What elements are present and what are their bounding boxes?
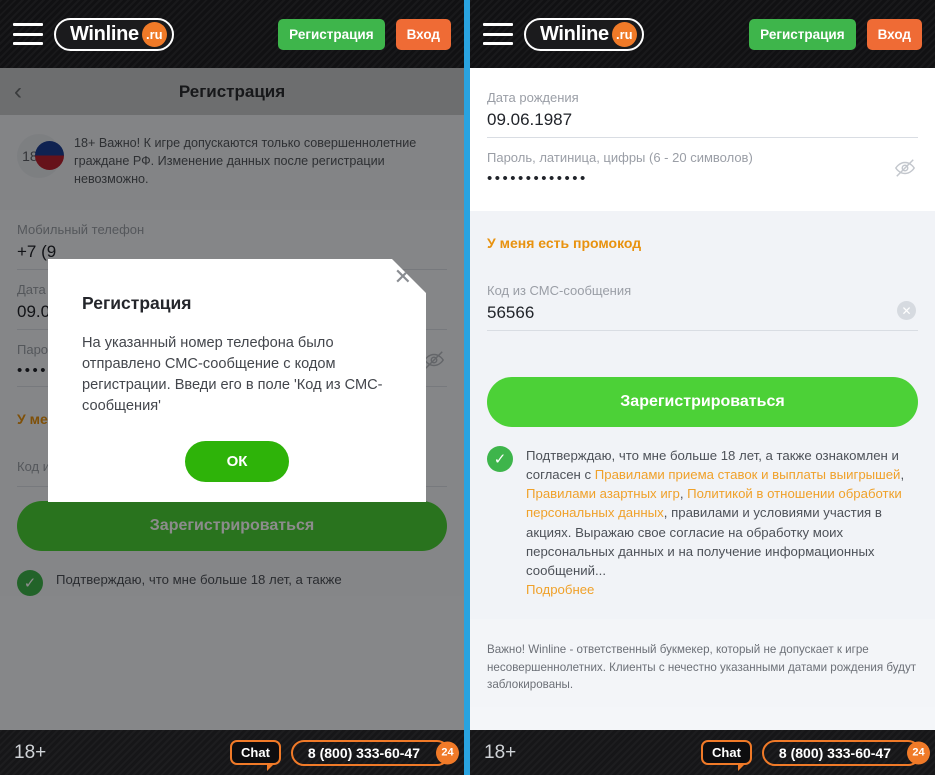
submit-registration-button[interactable]: Зарегистрироваться: [487, 377, 918, 427]
agreement-text: Подтверждаю, что мне больше 18 лет, а та…: [56, 571, 342, 587]
hamburger-icon[interactable]: [483, 23, 513, 45]
password-field[interactable]: Пароль, латиница, цифры (6 - 20 символов…: [487, 138, 918, 194]
right-form-top: Дата рождения 09.06.1987 Пароль, латиниц…: [470, 68, 935, 211]
logo-text: Winline: [540, 22, 609, 45]
rules-betting-link[interactable]: Правилами приема ставок и выплаты выигры…: [595, 467, 901, 482]
birthdate-field[interactable]: Дата рождения 09.06.1987: [487, 78, 918, 138]
register-button[interactable]: Регистрация: [749, 18, 856, 50]
modal-body: На указанный номер телефона было отправл…: [82, 335, 383, 415]
login-button[interactable]: Вход: [395, 18, 451, 50]
right-top-bar: Winline .ru Регистрация Вход: [470, 0, 935, 68]
age-notice-text: 18+ Важно! К игре допускаются только сов…: [74, 136, 417, 186]
submit-registration-button[interactable]: Зарегистрироваться: [17, 500, 447, 551]
page-subheader: ‹ Регистрация: [0, 68, 464, 115]
agreement-text: Подтверждаю, что мне больше 18 лет, а та…: [526, 446, 918, 599]
left-top-bar: Winline .ru Регистрация Вход: [0, 0, 464, 68]
eye-off-icon[interactable]: [423, 349, 445, 376]
screenshot-root: Winline .ru Регистрация Вход ‹ Регистрац…: [0, 0, 935, 775]
fineprint-text: Важно! Winline - ответственный букмекер,…: [470, 619, 935, 708]
winline-logo[interactable]: Winline .ru: [524, 17, 644, 51]
hamburger-icon[interactable]: [13, 23, 43, 45]
rules-gambling-link[interactable]: Правилами азартных игр: [526, 486, 680, 501]
chevron-left-icon[interactable]: ‹: [14, 79, 22, 104]
winline-logo[interactable]: Winline .ru: [54, 17, 174, 51]
sms-code-value: 56566: [487, 303, 535, 322]
support-hours-badge: 24: [436, 741, 459, 764]
age-notice: 18+ 18+ Важно! К игре допускаются только…: [0, 115, 464, 210]
phone-label: Мобильный телефон: [17, 221, 145, 237]
right-form-bottom: Важно! Winline - ответственный букмекер,…: [470, 619, 935, 708]
chat-button[interactable]: Chat: [230, 740, 281, 771]
left-panel: Winline .ru Регистрация Вход ‹ Регистрац…: [0, 0, 464, 775]
more-details-link[interactable]: Подробнее: [526, 582, 594, 597]
logo-ru-badge: .ru: [141, 21, 167, 47]
modal-ok-button[interactable]: ОК: [185, 441, 290, 482]
right-form-mid: У меня есть промокод Код из СМС-сообщени…: [470, 211, 935, 620]
login-button[interactable]: Вход: [866, 18, 922, 50]
logo-ru-badge: .ru: [611, 21, 637, 47]
sms-code-label: Код из СМС-сообщения: [487, 283, 632, 298]
right-panel: Winline .ru Регистрация Вход Дата рожден…: [470, 0, 935, 775]
phone-value: +7 (9: [17, 241, 57, 261]
support-phone[interactable]: 8 (800) 333-60-47 24: [761, 739, 930, 766]
support-hours-badge: 24: [907, 741, 930, 764]
agreement-sep-1: ,: [900, 467, 905, 483]
promo-link[interactable]: У меня есть промокод: [487, 211, 918, 271]
registration-modal: ✕ Регистрация На указанный номер телефон…: [48, 259, 426, 502]
right-footer: 18+ Chat 8 (800) 333-60-47 24: [470, 730, 935, 775]
age-badge-icon: 18+: [17, 134, 64, 178]
russia-flag-icon: [35, 141, 64, 170]
support-phone-number: 8 (800) 333-60-47: [307, 744, 420, 761]
sms-code-field[interactable]: Код из СМС-сообщения 56566 ✕: [487, 271, 918, 331]
birthdate-value: 09.06.1987: [487, 110, 573, 129]
modal-title: Регистрация: [82, 293, 192, 313]
check-circle-icon[interactable]: ✓: [17, 569, 43, 596]
password-value: •••••••••••••: [487, 170, 588, 187]
check-circle-icon[interactable]: ✓: [487, 446, 513, 472]
logo-text: Winline: [70, 22, 139, 45]
chat-button[interactable]: Chat: [701, 740, 752, 771]
password-label: Пароль, латиница, цифры (6 - 20 символов…: [487, 150, 753, 165]
footer-age-label: 18+: [484, 741, 517, 763]
clear-circle-icon[interactable]: ✕: [897, 301, 916, 320]
support-phone[interactable]: 8 (800) 333-60-47 24: [290, 739, 459, 766]
agreement-row: ✓ Подтверждаю, что мне больше 18 лет, а …: [487, 427, 918, 599]
eye-off-icon[interactable]: [894, 157, 916, 184]
footer-age-label: 18+: [14, 741, 47, 763]
birthdate-label: Дата рождения: [487, 90, 579, 105]
left-footer: 18+ Chat 8 (800) 333-60-47 24: [0, 730, 464, 775]
register-button[interactable]: Регистрация: [278, 18, 385, 50]
page-title: Регистрация: [178, 81, 286, 101]
agreement-row: ✓ Подтверждаю, что мне больше 18 лет, а …: [17, 551, 447, 596]
support-phone-number: 8 (800) 333-60-47: [778, 744, 891, 761]
